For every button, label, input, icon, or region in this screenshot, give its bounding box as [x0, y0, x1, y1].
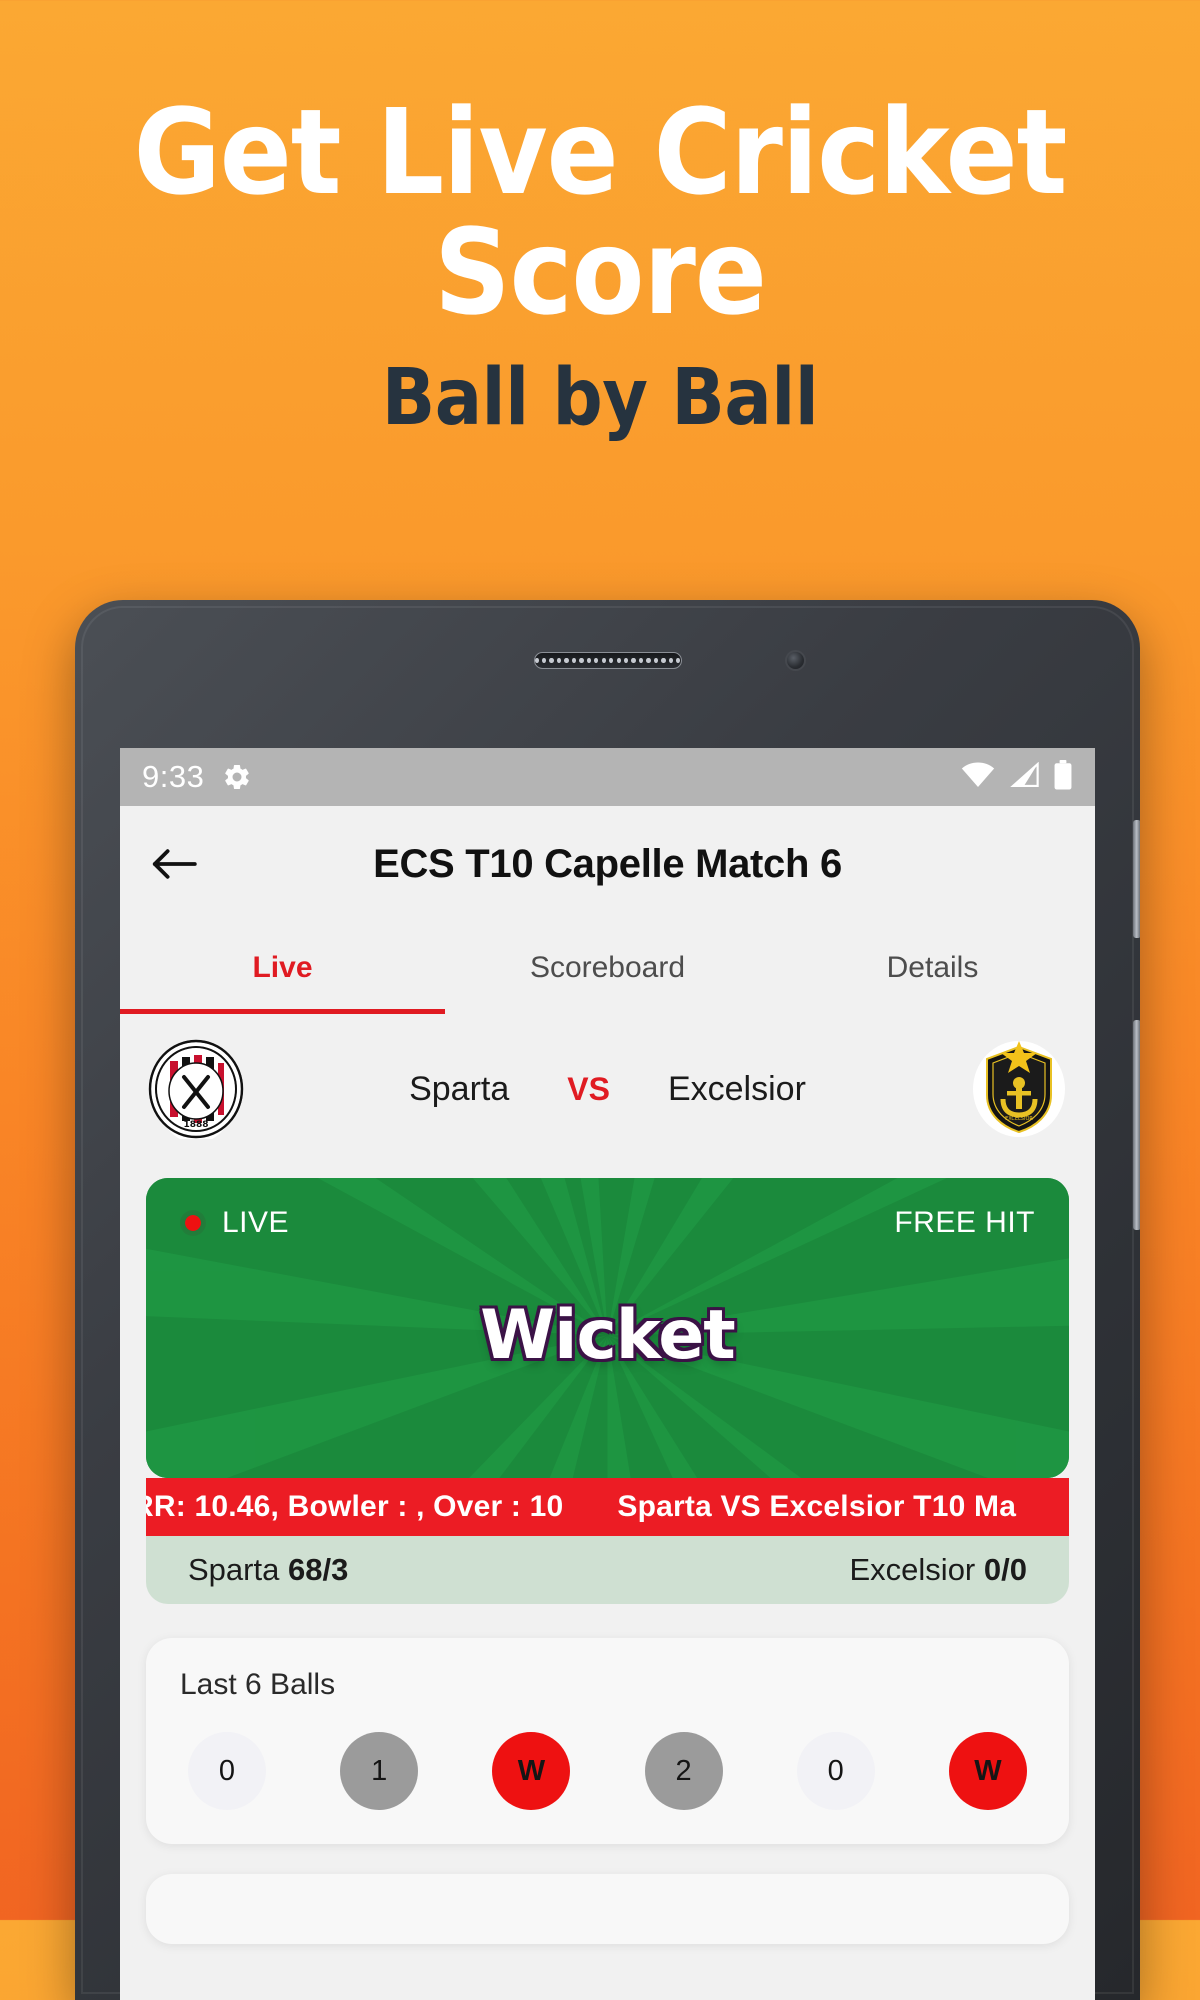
- battery-icon: [1053, 759, 1073, 795]
- live-dot-icon: [180, 1210, 206, 1236]
- power-button[interactable]: [1133, 1020, 1140, 1230]
- wifi-icon: [961, 762, 995, 793]
- home-team-name: Sparta: [409, 1069, 510, 1108]
- home-score-team: Sparta: [188, 1552, 280, 1587]
- away-score-value: 0/0: [983, 1552, 1027, 1587]
- live-card-header: LIVE FREE HIT: [146, 1178, 1069, 1240]
- home-score: Sparta 68/3: [188, 1552, 348, 1588]
- last-six-balls-card: Last 6 Balls 0 1 W 2 0 W: [146, 1638, 1069, 1844]
- next-card-partial: [146, 1874, 1069, 1944]
- sparta-cricket-crest-icon: 1888: [146, 1039, 246, 1143]
- away-score-team: Excelsior: [849, 1552, 976, 1587]
- tab-bar: Live Scoreboard Details: [120, 922, 1095, 1014]
- teams-row: 1888 Sparta VS Excelsior EXCELSIOR: [120, 1014, 1095, 1164]
- ball-item[interactable]: 0: [188, 1732, 266, 1810]
- tab-scoreboard[interactable]: Scoreboard: [445, 922, 770, 1014]
- promo-subtitle: Ball by Ball: [381, 352, 819, 443]
- promo-title-line1: Get Live Cricket: [133, 83, 1068, 221]
- back-arrow-icon[interactable]: [150, 846, 210, 882]
- ball-item[interactable]: 0: [796, 1732, 875, 1810]
- last-six-balls-title: Last 6 Balls: [180, 1668, 336, 1701]
- promo-banner: Get Live Cricket Score Ball by Ball: [0, 0, 1200, 443]
- promo-title-line2: Score: [434, 203, 767, 342]
- app-bar: ECS T10 Capelle Match 6: [120, 806, 1095, 922]
- score-ticker: RR: 10.46, Bowler : , Over : 10 Sparta V…: [146, 1478, 1069, 1536]
- ball-item[interactable]: W: [492, 1732, 571, 1810]
- earpiece-speaker-icon: [533, 652, 682, 669]
- live-match-card: LIVE FREE HIT Wicket: [146, 1178, 1069, 1478]
- svg-text:EXCELSIOR: EXCELSIOR: [1005, 1116, 1033, 1122]
- ball-item[interactable]: 1: [340, 1732, 419, 1810]
- scores-row: Sparta 68/3 Excelsior 0/0: [146, 1536, 1069, 1604]
- live-label: LIVE: [222, 1206, 290, 1239]
- ticker-wrapper: RR: 10.46, Bowler : , Over : 10 Sparta V…: [146, 1478, 1069, 1604]
- home-score-value: 68/3: [287, 1552, 349, 1587]
- ball-item[interactable]: W: [948, 1732, 1027, 1810]
- away-score: Excelsior 0/0: [850, 1552, 1028, 1588]
- phone-screen: 9:33 ECS T10 Capelle Match 6 Live Scoreb…: [120, 748, 1095, 2000]
- volume-button[interactable]: [1133, 820, 1140, 938]
- free-hit-label: FREE HIT: [894, 1206, 1035, 1239]
- away-team-name: Excelsior: [667, 1069, 806, 1108]
- status-bar-indicators: [961, 759, 1073, 795]
- tab-details[interactable]: Details: [770, 922, 1095, 1014]
- svg-text:1888: 1888: [183, 1120, 208, 1130]
- event-text: Wicket: [480, 1295, 736, 1375]
- balls-list: 0 1 W 2 0 W: [180, 1732, 1035, 1810]
- page-title: ECS T10 Capelle Match 6: [373, 841, 842, 886]
- status-bar-clock: 9:33: [142, 759, 205, 794]
- phone-device-frame: 9:33 ECS T10 Capelle Match 6 Live Scoreb…: [75, 600, 1140, 2000]
- front-camera-icon: [787, 652, 804, 669]
- cellular-signal-icon: [1009, 761, 1039, 793]
- gear-icon: [222, 762, 252, 792]
- vs-label: VS: [567, 1070, 610, 1107]
- excelsior-20-crest-icon: EXCELSIOR: [969, 1039, 1069, 1139]
- teams-names: Sparta VS Excelsior: [246, 1070, 969, 1109]
- promo-title: Get Live Cricket Score: [0, 0, 1200, 333]
- status-bar: 9:33: [120, 748, 1095, 806]
- event-banner: Wicket: [146, 1240, 1069, 1430]
- tab-live[interactable]: Live: [120, 922, 445, 1014]
- ticker-match: Sparta VS Excelsior T10 Ma: [617, 1490, 1017, 1523]
- ticker-stats: RR: 10.46, Bowler : , Over : 10: [146, 1490, 564, 1523]
- live-indicator: LIVE: [180, 1206, 289, 1240]
- ball-item[interactable]: 2: [644, 1732, 723, 1810]
